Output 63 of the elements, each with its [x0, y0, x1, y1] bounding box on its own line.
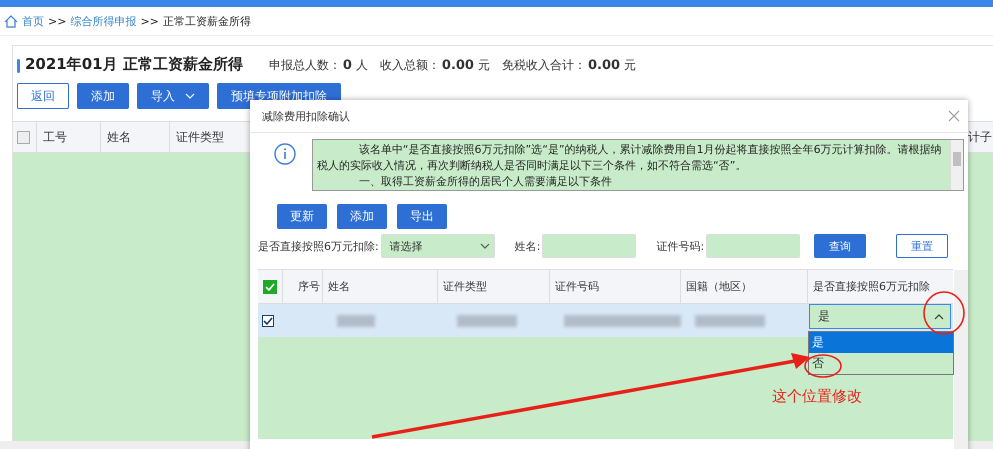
column-header: 是否直接按照6万元扣除 [813, 279, 930, 294]
stat-value: 0.00 [588, 58, 620, 73]
dialog-title: 减除费用扣除确认 [262, 108, 350, 124]
dropdown-option[interactable]: 是 [809, 332, 953, 353]
stat-value: 0.00 [442, 58, 474, 73]
home-icon[interactable] [4, 14, 18, 28]
page-title: 2021年01月 正常工资薪金所得 [25, 55, 243, 74]
redacted-block [457, 314, 517, 326]
breadcrumb-separator: >> [48, 14, 66, 28]
column-header: 姓名 [328, 279, 350, 294]
checkbox[interactable] [262, 314, 274, 326]
column-header: 证件类型 [443, 279, 487, 294]
action-button[interactable]: 更新 [277, 204, 327, 229]
column-header: 工号 [43, 128, 67, 146]
stat-unit: 人 [356, 57, 368, 74]
id-number-input-field[interactable] [706, 234, 800, 258]
close-icon[interactable] [948, 110, 960, 122]
redacted-block [695, 314, 765, 326]
info-icon [274, 143, 296, 165]
stat-value: 0 [342, 58, 352, 73]
filter-button[interactable]: 重置 [896, 234, 948, 258]
notice-text-area[interactable]: 该名单中“是否直接按照6万元扣除”选“是”的纳税人，累计减除费用自1月份起将直接按照全年6万元计算扣除。请根据纳税人的实际收入情况，再次判断纳税人是否同时满足以下三个条件，如不符合需选“否”。 一、取得工资薪金所得的居民个人需要满足以下条件 [312, 139, 964, 191]
toolbar-button[interactable]: 返回 [17, 83, 69, 109]
scrollbar[interactable] [954, 270, 968, 449]
stat-label: 申报总人数： [268, 57, 341, 74]
column-header: 序号 [298, 279, 320, 294]
column-header: 计子 [968, 128, 992, 146]
column-header: 国籍（地区） [686, 279, 752, 294]
dropdown-option[interactable]: 否 [809, 353, 953, 374]
name-input-field[interactable] [542, 234, 636, 258]
toolbar-button[interactable]: 添加 [77, 83, 129, 109]
notice-paragraph: 该名单中“是否直接按照6万元扣除”选“是”的纳税人，累计减除费用自1月份起将直接按照全年6万元计算扣除。请根据纳税人的实际收入情况，再次判断纳税人是否同时满足以下三个条件，如不符合需选“否”。 [317, 142, 943, 174]
column-header: 证件类型 [176, 128, 224, 146]
checkbox[interactable] [17, 130, 30, 144]
title-accent-bar [17, 59, 20, 73]
import-dropdown-button[interactable]: 导入 [137, 83, 209, 109]
breadcrumb-link[interactable]: 首页 [22, 14, 44, 28]
column-header: 证件号码 [555, 279, 599, 294]
checkbox[interactable] [263, 280, 277, 294]
stat-label: 免税收入合计： [502, 57, 586, 74]
annotation-text: 这个位置修改 [772, 387, 862, 406]
stat-unit: 元 [624, 57, 636, 74]
action-button[interactable]: 添加 [337, 204, 387, 229]
caret-icon[interactable] [480, 243, 490, 249]
filter-label: 姓名: [514, 238, 540, 254]
breadcrumb-separator: >> [140, 14, 159, 28]
highlight-circle [923, 291, 965, 335]
deduction-select[interactable]: 请选择 [380, 234, 495, 258]
breadcrumb-current: 正常工资薪金所得 [162, 14, 251, 28]
caret-icon[interactable] [934, 314, 944, 320]
action-button[interactable]: 导出 [397, 204, 447, 229]
notice-paragraph: 一、取得工资薪金所得的居民个人需要满足以下条件 [358, 174, 613, 190]
highlight-circle [804, 354, 842, 378]
column-header: 姓名 [107, 128, 131, 146]
deduction-select[interactable]: 是 [809, 304, 951, 329]
redacted-block [337, 314, 375, 326]
stat-label: 收入总额： [380, 57, 440, 74]
breadcrumb-link[interactable]: 综合所得申报 [70, 14, 136, 28]
scrollbar[interactable] [950, 140, 963, 190]
filter-label: 是否直接按照6万元扣除: [258, 238, 379, 254]
stat-unit: 元 [478, 57, 490, 74]
filter-label: 证件号码: [656, 238, 704, 254]
filter-button[interactable]: 查询 [814, 234, 866, 258]
